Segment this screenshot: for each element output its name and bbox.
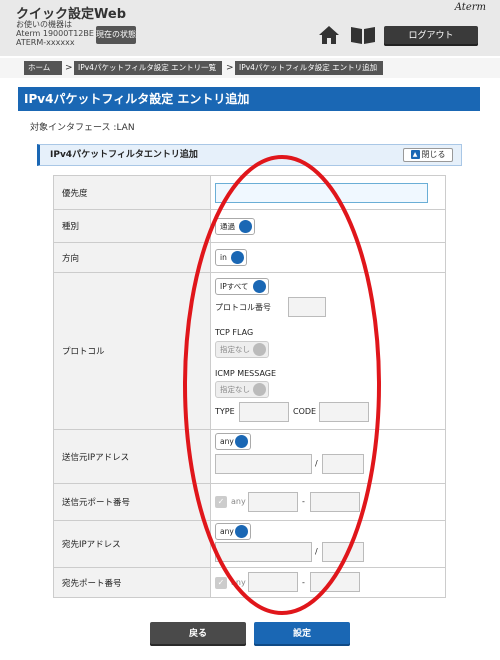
- priority-label: 優先度: [62, 188, 88, 199]
- breadcrumb-current: IPv4パケットフィルタ設定 エントリ追加: [235, 61, 383, 75]
- brand-logo: Aterm: [454, 2, 486, 13]
- chevron-up-icon: ▲: [410, 150, 420, 159]
- row-priority: 優先度: [54, 176, 445, 210]
- row-dst-port: 宛先ポート番号 ✓ any -: [54, 568, 445, 597]
- dst-ip-address-input[interactable]: [215, 542, 312, 562]
- direction-select-value: in: [220, 253, 227, 262]
- protocol-select-value: IPすべて: [220, 282, 249, 291]
- device-name: ATERM-xxxxxx: [16, 38, 75, 47]
- dst-ip-slash: /: [315, 547, 318, 556]
- src-port-label: 送信元ポート番号: [62, 498, 131, 508]
- collapse-button[interactable]: ▲ 閉じる: [403, 148, 453, 162]
- device-model: Aterm 19000T12BE: [16, 29, 94, 38]
- breadcrumb-entry-list[interactable]: IPv4パケットフィルタ設定 エントリ一覧: [74, 61, 222, 75]
- dst-ip-select[interactable]: any: [215, 523, 251, 540]
- tcp-flag-select-value: 指定なし: [220, 345, 250, 354]
- protocol-select[interactable]: IPすべて: [215, 278, 269, 295]
- dst-ip-label: 宛先IPアドレス: [62, 540, 121, 550]
- chevron-down-icon: [235, 435, 248, 448]
- protocol-number-input[interactable]: [288, 297, 326, 317]
- section-title: IPv4パケットフィルタエントリ追加: [50, 150, 198, 160]
- priority-input[interactable]: [215, 183, 428, 203]
- set-button[interactable]: 設定: [254, 622, 350, 646]
- dst-port-end-input[interactable]: [310, 572, 360, 592]
- device-info: お使いの機器は Aterm 19000T12BE ATERM-xxxxxx: [16, 20, 94, 47]
- row-dst-ip: 宛先IPアドレス any /: [54, 521, 445, 568]
- icmp-type-label: TYPE: [215, 407, 235, 416]
- dst-port-any-checkbox[interactable]: ✓: [215, 577, 227, 589]
- breadcrumb-home[interactable]: ホーム: [24, 61, 62, 75]
- chevron-down-icon: [239, 220, 252, 233]
- type-select[interactable]: 通過: [215, 218, 255, 235]
- src-ip-label: 送信元IPアドレス: [62, 452, 130, 463]
- protocol-number-label: プロトコル番号: [215, 303, 271, 312]
- type-select-value: 通過: [220, 222, 235, 231]
- type-label: 種別: [62, 222, 80, 232]
- dst-port-start-input[interactable]: [248, 572, 298, 592]
- src-port-start-input[interactable]: [248, 492, 298, 512]
- row-type: 種別 通過: [54, 210, 445, 243]
- filter-entry-form: 優先度 種別 通過 方向 in プロトコル IPすべて プロトコル番号 TCP …: [53, 175, 446, 598]
- target-interface-label: 対象インタフェース :LAN: [30, 123, 135, 133]
- icmp-code-input[interactable]: [319, 402, 369, 422]
- dst-port-any-label: any: [231, 578, 246, 587]
- dst-port-dash: -: [302, 578, 305, 587]
- back-button[interactable]: 戻る: [150, 622, 246, 646]
- icmp-type-input[interactable]: [239, 402, 289, 422]
- tcp-flag-label: TCP FLAG: [215, 328, 254, 337]
- chevron-down-icon: [235, 525, 248, 538]
- icmp-message-select[interactable]: 指定なし: [215, 381, 269, 398]
- logout-button[interactable]: ログアウト: [384, 26, 478, 46]
- protocol-label: プロトコル: [62, 347, 105, 357]
- page-title: IPv4パケットフィルタ設定 エントリ追加: [18, 87, 480, 111]
- device-info-line: お使いの機器は: [16, 20, 72, 29]
- collapse-button-label: 閉じる: [421, 150, 446, 159]
- dst-ip-mask-input[interactable]: [322, 542, 364, 562]
- dst-port-label: 宛先ポート番号: [62, 578, 122, 589]
- book-icon[interactable]: [350, 25, 376, 45]
- src-ip-select[interactable]: any: [215, 433, 251, 450]
- breadcrumb-separator: >: [226, 63, 234, 73]
- icmp-code-label: CODE: [293, 407, 317, 416]
- row-direction: 方向 in: [54, 243, 445, 273]
- src-ip-slash: /: [315, 459, 318, 468]
- current-status-button[interactable]: 現在の状態: [96, 26, 136, 44]
- direction-select[interactable]: in: [215, 249, 247, 266]
- chevron-down-icon: [231, 251, 244, 264]
- icmp-message-label: ICMP MESSAGE: [215, 369, 277, 378]
- section-header: IPv4パケットフィルタエントリ追加 ▲ 閉じる: [37, 144, 462, 166]
- chevron-down-icon: [253, 383, 266, 396]
- src-ip-select-value: any: [220, 437, 234, 446]
- src-ip-address-input[interactable]: [215, 454, 312, 474]
- home-icon[interactable]: [318, 24, 340, 46]
- breadcrumb-separator: >: [65, 63, 73, 73]
- src-port-dash: -: [302, 497, 305, 506]
- src-port-any-label: any: [231, 497, 246, 506]
- icmp-message-select-value: 指定なし: [220, 385, 250, 394]
- row-protocol: プロトコル IPすべて プロトコル番号 TCP FLAG 指定なし ICMP M…: [54, 273, 445, 430]
- chevron-down-icon: [253, 343, 266, 356]
- chevron-down-icon: [253, 280, 266, 293]
- dst-ip-select-value: any: [220, 527, 234, 536]
- direction-label: 方向: [62, 253, 80, 264]
- src-port-any-checkbox[interactable]: ✓: [215, 496, 227, 508]
- src-port-end-input[interactable]: [310, 492, 360, 512]
- tcp-flag-select[interactable]: 指定なし: [215, 341, 269, 358]
- row-src-port: 送信元ポート番号 ✓ any -: [54, 484, 445, 521]
- src-ip-mask-input[interactable]: [322, 454, 364, 474]
- row-src-ip: 送信元IPアドレス any /: [54, 430, 445, 484]
